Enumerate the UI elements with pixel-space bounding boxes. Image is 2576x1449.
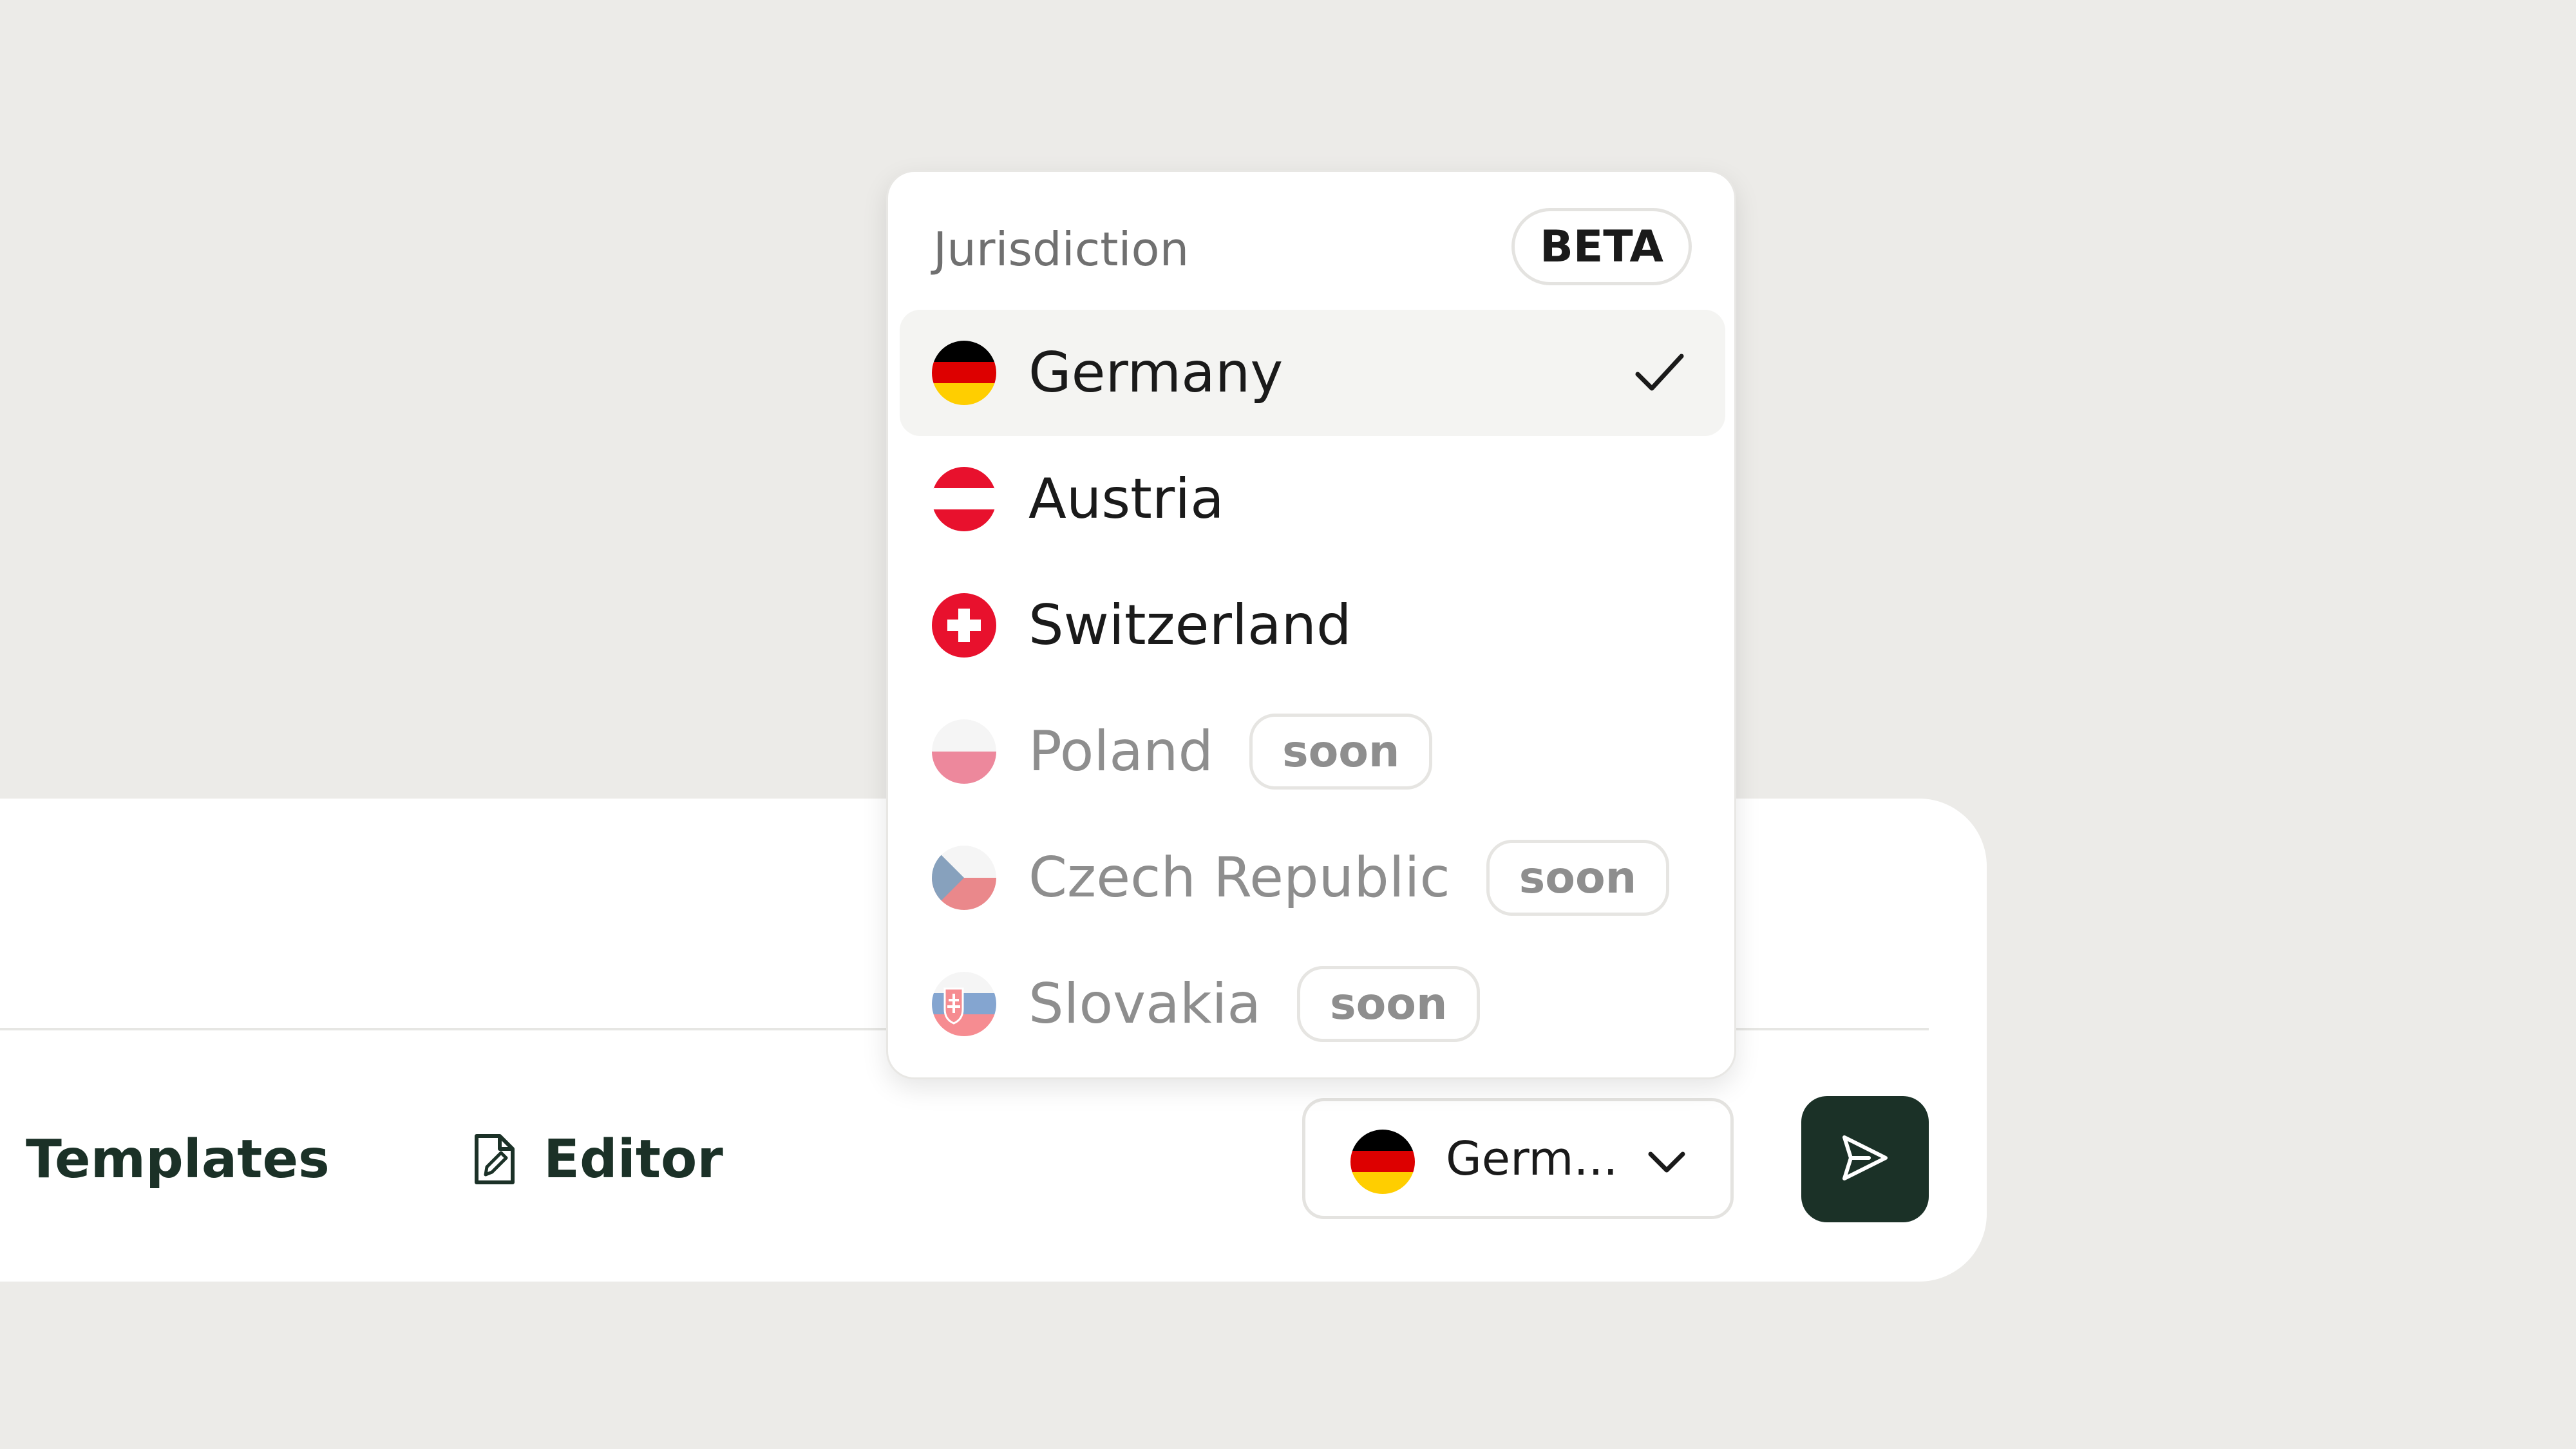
option-label: Czech Republic: [1028, 846, 1450, 910]
option-label: Poland: [1028, 719, 1214, 784]
flag-austria-icon: [932, 467, 996, 534]
dropdown-title: Jurisdiction: [933, 222, 1189, 276]
soon-badge: soon: [1486, 840, 1670, 916]
jurisdiction-dropdown: Jurisdiction BETA Germany Austria Switze…: [886, 170, 1736, 1079]
option-label: Slovakia: [1028, 972, 1262, 1036]
option-slovakia[interactable]: Slovakia soon: [900, 941, 1725, 1067]
option-label: Germany: [1028, 341, 1283, 405]
beta-badge: BETA: [1511, 208, 1692, 285]
soon-badge: soon: [1297, 966, 1481, 1042]
flag-czech-republic-icon: [932, 846, 996, 913]
option-czech-republic[interactable]: Czech Republic soon: [900, 815, 1725, 941]
editor-button[interactable]: Editor: [471, 1124, 723, 1195]
option-label: Switzerland: [1028, 593, 1352, 658]
flag-slovakia-icon: [932, 972, 996, 1039]
flag-germany-icon: [932, 341, 996, 408]
option-germany[interactable]: Germany: [900, 310, 1725, 436]
jurisdiction-select-value: Germ...: [1446, 1132, 1618, 1186]
editor-label: Editor: [544, 1128, 723, 1190]
option-austria[interactable]: Austria: [900, 436, 1725, 562]
check-icon: [1634, 348, 1685, 400]
option-switzerland[interactable]: Switzerland: [900, 562, 1725, 688]
chevron-down-icon: [1645, 1141, 1688, 1186]
flag-germany-icon: [1350, 1130, 1415, 1197]
templates-label: Templates: [26, 1128, 330, 1190]
jurisdiction-select[interactable]: Germ...: [1302, 1098, 1734, 1219]
templates-button[interactable]: Templates: [0, 1124, 330, 1195]
option-poland[interactable]: Poland soon: [900, 688, 1725, 815]
file-edit-icon: [471, 1132, 518, 1186]
flag-poland-icon: [932, 719, 996, 786]
send-button[interactable]: [1801, 1096, 1929, 1222]
send-icon: [1839, 1132, 1891, 1186]
option-label: Austria: [1028, 467, 1224, 531]
flag-switzerland-icon: [932, 593, 996, 660]
soon-badge: soon: [1249, 714, 1433, 790]
